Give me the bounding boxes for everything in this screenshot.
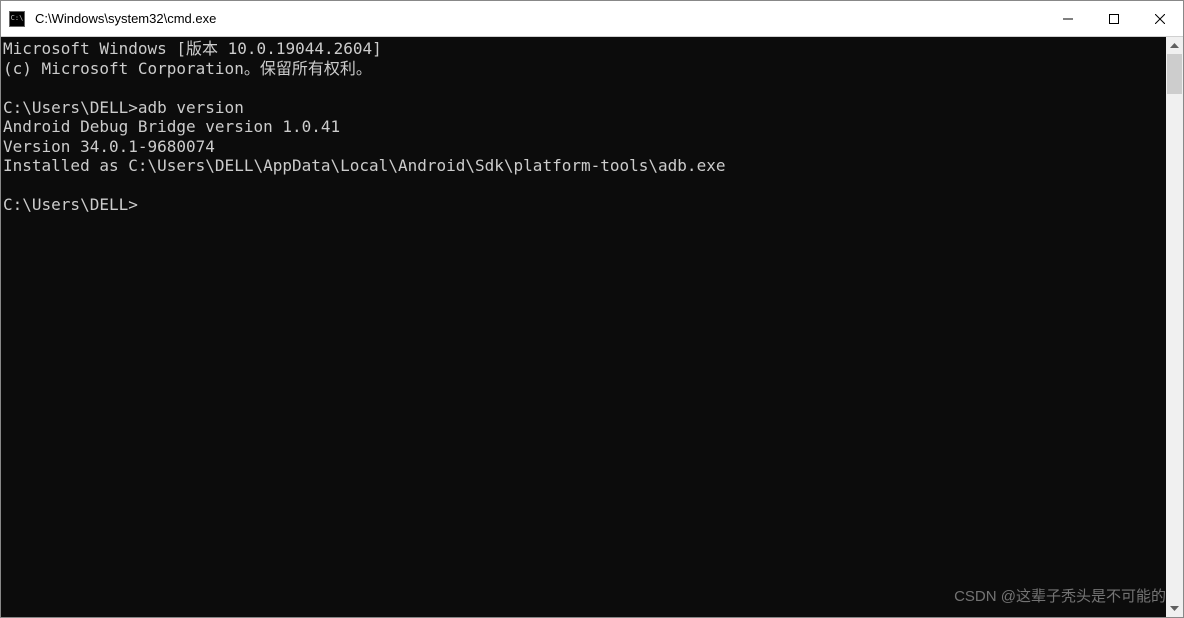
window-title: C:\Windows\system32\cmd.exe <box>33 11 1045 26</box>
chevron-up-icon <box>1170 43 1179 48</box>
content-wrapper: Microsoft Windows [版本 10.0.19044.2604](c… <box>1 37 1183 617</box>
terminal-line: C:\Users\DELL>adb version <box>3 98 1166 118</box>
close-icon <box>1155 14 1165 24</box>
terminal-line <box>3 78 1166 98</box>
scroll-down-arrow[interactable] <box>1166 600 1183 617</box>
scroll-up-arrow[interactable] <box>1166 37 1183 54</box>
terminal-output[interactable]: Microsoft Windows [版本 10.0.19044.2604](c… <box>1 37 1166 617</box>
cmd-icon: C:\ <box>9 11 25 27</box>
terminal-line: C:\Users\DELL> <box>3 195 1166 215</box>
vertical-scrollbar[interactable] <box>1166 37 1183 617</box>
close-button[interactable] <box>1137 1 1183 36</box>
minimize-icon <box>1063 14 1073 24</box>
chevron-down-icon <box>1170 606 1179 611</box>
titlebar: C:\ C:\Windows\system32\cmd.exe <box>1 1 1183 37</box>
cmd-window: C:\ C:\Windows\system32\cmd.exe Microsof… <box>0 0 1184 618</box>
window-controls <box>1045 1 1183 36</box>
maximize-icon <box>1109 14 1119 24</box>
terminal-line: Microsoft Windows [版本 10.0.19044.2604] <box>3 39 1166 59</box>
terminal-line: Installed as C:\Users\DELL\AppData\Local… <box>3 156 1166 176</box>
terminal-line <box>3 176 1166 196</box>
scrollbar-thumb[interactable] <box>1167 54 1182 94</box>
terminal-line: Android Debug Bridge version 1.0.41 <box>3 117 1166 137</box>
terminal-line: Version 34.0.1-9680074 <box>3 137 1166 157</box>
minimize-button[interactable] <box>1045 1 1091 36</box>
maximize-button[interactable] <box>1091 1 1137 36</box>
terminal-line: (c) Microsoft Corporation。保留所有权利。 <box>3 59 1166 79</box>
